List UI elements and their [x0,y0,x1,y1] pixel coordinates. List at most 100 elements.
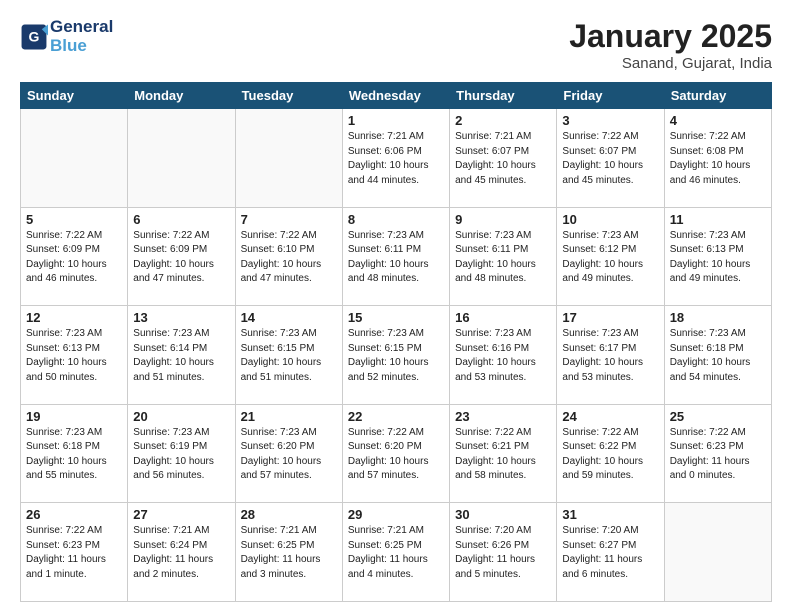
day-number: 3 [562,113,658,128]
day-cell: 10Sunrise: 7:23 AM Sunset: 6:12 PM Dayli… [557,207,664,306]
day-number: 28 [241,507,337,522]
day-info: Sunrise: 7:23 AM Sunset: 6:18 PM Dayligh… [670,327,766,385]
day-cell: 6Sunrise: 7:22 AM Sunset: 6:09 PM Daylig… [128,207,235,306]
page: G General Blue January 2025 Sanand, Guja… [0,0,792,612]
svg-text:G: G [29,28,40,44]
day-number: 30 [455,507,551,522]
location-subtitle: Sanand, Gujarat, India [569,55,772,72]
col-wednesday: Wednesday [342,83,449,109]
day-cell [21,109,128,208]
day-cell: 15Sunrise: 7:23 AM Sunset: 6:15 PM Dayli… [342,306,449,405]
day-cell: 31 Sunrise: 7:20 AM Sunset: 6:27 PM Dayli… [557,503,664,602]
day-info: Sunrise: 7:22 AM Sunset: 6:23 PM Dayligh… [670,426,766,484]
day-cell: 17 Sunrise: 7:23 AM Sunset: 6:17 PM Dayli… [557,306,664,405]
day-number: 16 [455,310,551,325]
day-cell: 19Sunrise: 7:23 AM Sunset: 6:18 PM Dayli… [21,404,128,503]
day-cell: 14 Sunrise: 7:23 AM Sunset: 6:15 PM Dayli… [235,306,342,405]
logo: G General Blue [20,18,113,55]
day-number: 20 [133,409,229,424]
day-cell [128,109,235,208]
day-cell: 12 Sunrise: 7:23 AM Sunset: 6:13 PM Dayli… [21,306,128,405]
week-row-3: 12 Sunrise: 7:23 AM Sunset: 6:13 PM Dayli… [21,306,772,405]
week-row-5: 26Sunrise: 7:22 AM Sunset: 6:23 PM Dayli… [21,503,772,602]
day-info: Sunrise: 7:23 AM Sunset: 6:16 PM Dayligh… [455,327,551,385]
day-number: 13 [133,310,229,325]
day-cell: 23Sunrise: 7:22 AM Sunset: 6:21 PM Dayli… [450,404,557,503]
day-cell: 2 Sunrise: 7:21 AM Sunset: 6:07 PM Daylig… [450,109,557,208]
day-cell: 11 Sunrise: 7:23 AM Sunset: 6:13 PM Dayli… [664,207,771,306]
day-info: Sunrise: 7:22 AM Sunset: 6:10 PM Dayligh… [241,229,337,287]
day-cell: 16 Sunrise: 7:23 AM Sunset: 6:16 PM Dayli… [450,306,557,405]
month-title: January 2025 [569,18,772,55]
day-info: Sunrise: 7:23 AM Sunset: 6:13 PM Dayligh… [26,327,122,385]
day-number: 23 [455,409,551,424]
day-cell: 28 Sunrise: 7:21 AM Sunset: 6:25 PM Dayli… [235,503,342,602]
day-cell: 27Sunrise: 7:21 AM Sunset: 6:24 PM Dayli… [128,503,235,602]
day-info: Sunrise: 7:20 AM Sunset: 6:26 PM Dayligh… [455,524,551,582]
day-number: 14 [241,310,337,325]
day-cell: 25 Sunrise: 7:22 AM Sunset: 6:23 PM Dayli… [664,404,771,503]
day-info: Sunrise: 7:23 AM Sunset: 6:15 PM Dayligh… [348,327,444,385]
day-info: Sunrise: 7:22 AM Sunset: 6:09 PM Dayligh… [26,229,122,287]
day-number: 5 [26,212,122,227]
day-info: Sunrise: 7:22 AM Sunset: 6:20 PM Dayligh… [348,426,444,484]
day-number: 4 [670,113,766,128]
day-number: 12 [26,310,122,325]
day-cell: 30 Sunrise: 7:20 AM Sunset: 6:26 PM Dayli… [450,503,557,602]
day-info: Sunrise: 7:21 AM Sunset: 6:24 PM Dayligh… [133,524,229,582]
col-saturday: Saturday [664,83,771,109]
day-info: Sunrise: 7:23 AM Sunset: 6:20 PM Dayligh… [241,426,337,484]
day-number: 25 [670,409,766,424]
col-sunday: Sunday [21,83,128,109]
day-cell: 13 Sunrise: 7:23 AM Sunset: 6:14 PM Dayli… [128,306,235,405]
day-info: Sunrise: 7:23 AM Sunset: 6:17 PM Dayligh… [562,327,658,385]
day-cell: 26Sunrise: 7:22 AM Sunset: 6:23 PM Dayli… [21,503,128,602]
day-number: 31 [562,507,658,522]
day-info: Sunrise: 7:21 AM Sunset: 6:25 PM Dayligh… [241,524,337,582]
day-info: Sunrise: 7:21 AM Sunset: 6:07 PM Dayligh… [455,130,551,188]
day-number: 11 [670,212,766,227]
calendar-header-row: Sunday Monday Tuesday Wednesday Thursday… [21,83,772,109]
col-thursday: Thursday [450,83,557,109]
day-cell: 1Sunrise: 7:21 AM Sunset: 6:06 PM Daylig… [342,109,449,208]
day-cell: 29Sunrise: 7:21 AM Sunset: 6:25 PM Dayli… [342,503,449,602]
day-cell: 20 Sunrise: 7:23 AM Sunset: 6:19 PM Dayli… [128,404,235,503]
day-number: 8 [348,212,444,227]
day-number: 2 [455,113,551,128]
day-number: 10 [562,212,658,227]
day-cell: 3 Sunrise: 7:22 AM Sunset: 6:07 PM Daylig… [557,109,664,208]
day-number: 17 [562,310,658,325]
day-info: Sunrise: 7:23 AM Sunset: 6:13 PM Dayligh… [670,229,766,287]
day-info: Sunrise: 7:21 AM Sunset: 6:25 PM Dayligh… [348,524,444,582]
day-info: Sunrise: 7:23 AM Sunset: 6:11 PM Dayligh… [455,229,551,287]
logo-line2: Blue [50,37,113,56]
day-number: 1 [348,113,444,128]
day-cell: 21Sunrise: 7:23 AM Sunset: 6:20 PM Dayli… [235,404,342,503]
day-info: Sunrise: 7:22 AM Sunset: 6:07 PM Dayligh… [562,130,658,188]
day-info: Sunrise: 7:20 AM Sunset: 6:27 PM Dayligh… [562,524,658,582]
day-cell [664,503,771,602]
week-row-1: 1Sunrise: 7:21 AM Sunset: 6:06 PM Daylig… [21,109,772,208]
day-info: Sunrise: 7:23 AM Sunset: 6:19 PM Dayligh… [133,426,229,484]
day-info: Sunrise: 7:23 AM Sunset: 6:11 PM Dayligh… [348,229,444,287]
day-number: 6 [133,212,229,227]
day-info: Sunrise: 7:23 AM Sunset: 6:15 PM Dayligh… [241,327,337,385]
day-cell: 22 Sunrise: 7:22 AM Sunset: 6:20 PM Dayli… [342,404,449,503]
col-monday: Monday [128,83,235,109]
day-info: Sunrise: 7:22 AM Sunset: 6:23 PM Dayligh… [26,524,122,582]
day-cell: 8 Sunrise: 7:23 AM Sunset: 6:11 PM Daylig… [342,207,449,306]
day-cell: 24 Sunrise: 7:22 AM Sunset: 6:22 PM Dayli… [557,404,664,503]
day-info: Sunrise: 7:22 AM Sunset: 6:22 PM Dayligh… [562,426,658,484]
day-cell: 7 Sunrise: 7:22 AM Sunset: 6:10 PM Daylig… [235,207,342,306]
day-number: 18 [670,310,766,325]
day-number: 7 [241,212,337,227]
day-number: 9 [455,212,551,227]
day-number: 22 [348,409,444,424]
day-number: 24 [562,409,658,424]
day-info: Sunrise: 7:23 AM Sunset: 6:14 PM Dayligh… [133,327,229,385]
calendar-table: Sunday Monday Tuesday Wednesday Thursday… [20,82,772,602]
day-cell: 18 Sunrise: 7:23 AM Sunset: 6:18 PM Dayli… [664,306,771,405]
day-info: Sunrise: 7:22 AM Sunset: 6:08 PM Dayligh… [670,130,766,188]
day-number: 19 [26,409,122,424]
day-cell [235,109,342,208]
